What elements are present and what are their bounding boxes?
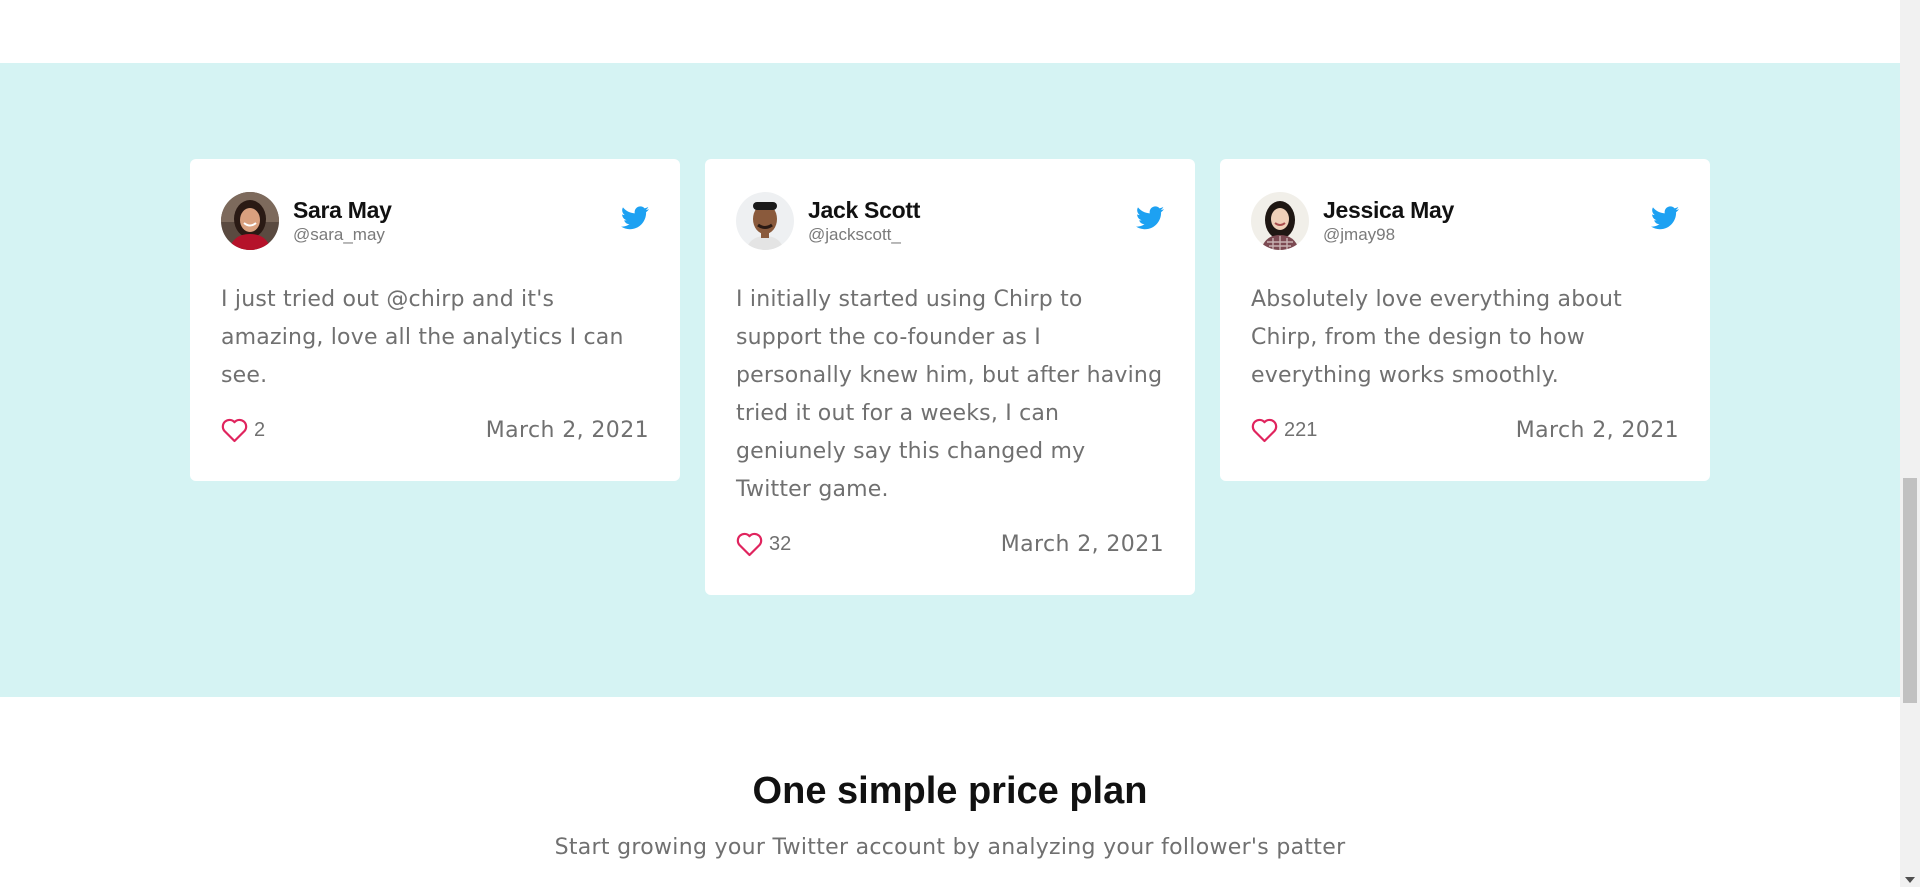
card-footer: 32 March 2, 2021 — [736, 529, 1164, 559]
pricing-title: One simple price plan — [752, 770, 1148, 812]
testimonials-section: Sara May @sara_may I just tried out @chi… — [0, 63, 1900, 697]
like-count: 221 — [1284, 418, 1318, 441]
scroll-down-arrow-icon[interactable] — [1905, 877, 1915, 883]
like-counter[interactable]: 2 — [221, 418, 265, 443]
card-header: Jessica May @jmay98 — [1251, 191, 1679, 251]
vertical-scrollbar[interactable] — [1900, 0, 1920, 887]
twitter-bird-icon[interactable] — [1651, 206, 1679, 230]
card-footer: 221 March 2, 2021 — [1251, 415, 1679, 445]
scrollbar-thumb[interactable] — [1903, 478, 1917, 703]
testimonial-card: Sara May @sara_may I just tried out @chi… — [190, 159, 680, 481]
author-info: Jack Scott @jackscott_ — [808, 196, 1136, 246]
page: Sara May @sara_may I just tried out @chi… — [0, 0, 1900, 887]
author-handle[interactable]: @jackscott_ — [808, 224, 1136, 246]
card-header: Sara May @sara_may — [221, 191, 649, 251]
twitter-bird-icon[interactable] — [621, 206, 649, 230]
tweet-date[interactable]: March 2, 2021 — [1001, 532, 1164, 557]
testimonial-cards: Sara May @sara_may I just tried out @chi… — [190, 159, 1710, 595]
avatar[interactable] — [736, 192, 794, 250]
testimonial-text: I just tried out @chirp and it's amazing… — [221, 287, 624, 388]
tweet-date[interactable]: March 2, 2021 — [1516, 418, 1679, 443]
avatar[interactable] — [1251, 192, 1309, 250]
card-header: Jack Scott @jackscott_ — [736, 191, 1164, 251]
like-count: 2 — [254, 418, 266, 441]
testimonial-card: Jessica May @jmay98 Absolutely love ever… — [1220, 159, 1710, 481]
heart-icon[interactable] — [1251, 418, 1278, 443]
heart-icon[interactable] — [736, 532, 763, 557]
like-counter[interactable]: 221 — [1251, 418, 1317, 443]
like-count: 32 — [769, 532, 792, 555]
testimonial-text: Absolutely love everything about Chirp, … — [1251, 287, 1623, 388]
testimonial-text: I initially started using Chirp to suppo… — [736, 287, 1163, 502]
author-info: Jessica May @jmay98 — [1323, 196, 1651, 246]
author-name[interactable]: Sara May — [293, 196, 621, 224]
author-handle[interactable]: @sara_may — [293, 224, 621, 246]
testimonial-card: Jack Scott @jackscott_ I initially start… — [705, 159, 1195, 595]
twitter-bird-icon[interactable] — [1136, 206, 1164, 230]
author-handle[interactable]: @jmay98 — [1323, 224, 1651, 246]
author-name[interactable]: Jack Scott — [808, 196, 1136, 224]
tweet-date[interactable]: March 2, 2021 — [486, 418, 649, 443]
avatar[interactable] — [221, 192, 279, 250]
card-footer: 2 March 2, 2021 — [221, 415, 649, 445]
heart-icon[interactable] — [221, 418, 248, 443]
pricing-subtitle: Start growing your Twitter account by an… — [554, 835, 1346, 860]
author-info: Sara May @sara_may — [293, 196, 621, 246]
like-counter[interactable]: 32 — [736, 532, 791, 557]
author-name[interactable]: Jessica May — [1323, 196, 1651, 224]
